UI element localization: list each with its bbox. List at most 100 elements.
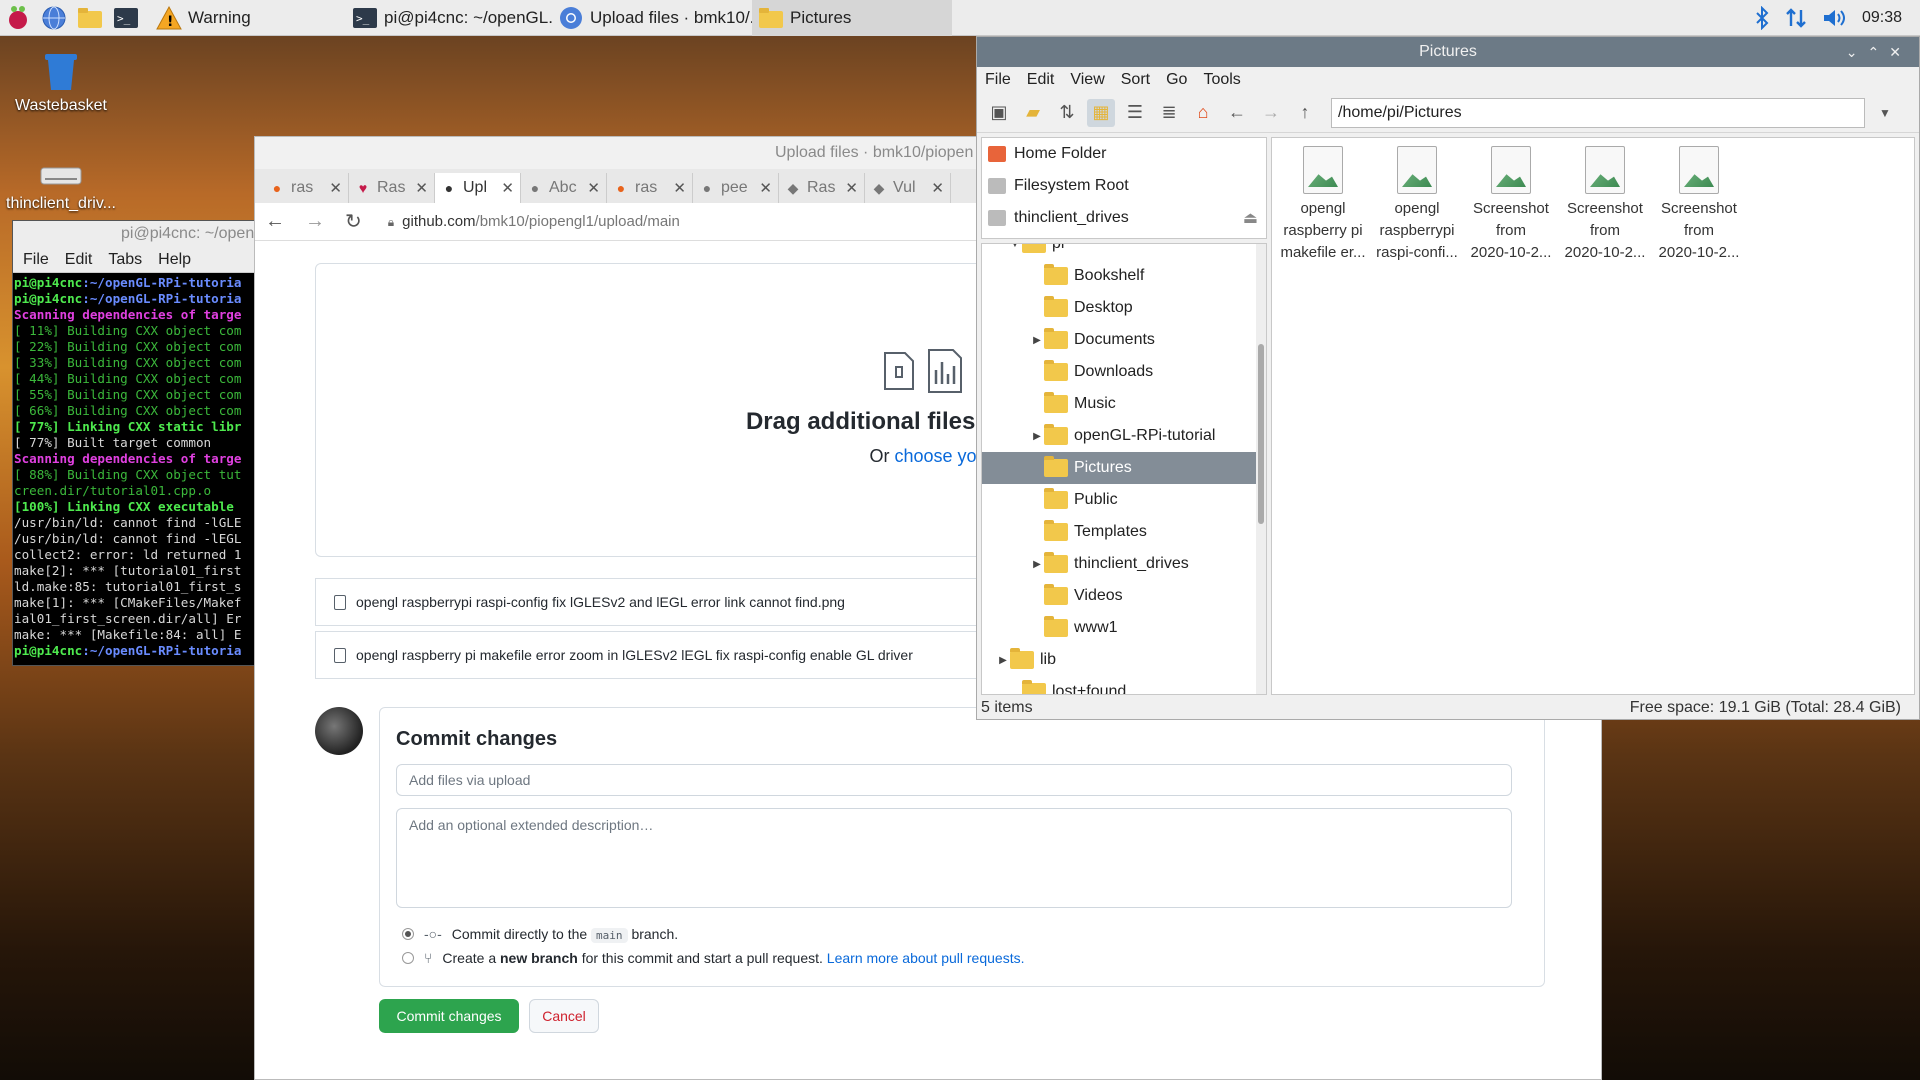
radio-new-branch[interactable] [402,952,414,964]
file-manager-icon[interactable] [72,0,108,36]
clock[interactable]: 09:38 [1862,9,1902,27]
chevron-right-icon[interactable]: ▶ [996,655,1010,666]
taskbar-task-browser[interactable]: Upload files · bmk10/... [552,0,752,36]
taskbar-task-pictures[interactable]: Pictures [752,0,952,36]
tree-item-pictures[interactable]: Pictures [982,452,1258,484]
chevron-right-icon[interactable]: ▶ [1030,431,1044,442]
browser-tab[interactable]: ◆ Vul ✕ [865,173,951,203]
menu-sort[interactable]: Sort [1121,67,1150,93]
place-home-folder[interactable]: Home Folder [982,138,1266,170]
place-filesystem-root[interactable]: Filesystem Root [982,170,1266,202]
tree-item-opengl-rpi-tutorial[interactable]: ▶ openGL-RPi-tutorial [982,420,1258,452]
commit-direct-option[interactable]: -○- Commit directly to the main branch. [402,926,678,943]
up-icon[interactable]: ↑ [1291,99,1319,127]
forward-icon[interactable]: → [305,210,325,233]
tree-item-videos[interactable]: Videos [982,580,1258,612]
new-window-icon[interactable]: ▣ [985,99,1013,127]
desktop-icon-thinclient[interactable]: thinclient_driv... [6,160,116,213]
tree-item-desktop[interactable]: Desktop [982,292,1258,324]
tab-close-icon[interactable]: ✕ [931,179,944,197]
tab-close-icon[interactable]: ✕ [759,179,772,197]
tree-item-documents[interactable]: ▶ Documents [982,324,1258,356]
tab-close-icon[interactable]: ✕ [673,179,686,197]
path-input[interactable]: /home/pi/Pictures [1331,97,1865,128]
file-item[interactable]: Screenshot from 2020-10-2... [1558,146,1652,264]
sort-icon[interactable]: ⇅ [1053,99,1081,127]
chevron-down-icon[interactable]: ▼ [1008,244,1022,250]
reload-icon[interactable]: ↻ [345,209,362,234]
avatar[interactable] [315,707,363,755]
file-item[interactable]: Screenshot from 2020-10-2... [1652,146,1746,264]
menu-view[interactable]: View [1070,67,1104,93]
forward-icon[interactable]: → [1257,99,1285,127]
menu-go[interactable]: Go [1166,67,1187,93]
volume-icon[interactable] [1822,7,1848,29]
icon-view-icon[interactable]: ▦ [1087,98,1115,127]
browser-tab[interactable]: ● pee ✕ [693,173,779,203]
new-folder-icon[interactable]: ▰ [1019,99,1047,127]
tree-item-lib[interactable]: ▶ lib [982,644,1258,676]
terminal-window[interactable]: pi@pi4cnc: ~/open File Edit Tabs Help pi… [12,220,258,666]
address-bar[interactable]: 🔒︎ github.com/bmk10/piopengl1/upload/main [388,213,680,230]
bluetooth-icon[interactable] [1754,6,1770,30]
browser-tab[interactable]: ● ras ✕ [263,173,349,203]
commit-changes-button[interactable]: Commit changes [379,999,519,1033]
menu-tabs[interactable]: Tabs [108,247,142,272]
file-manager-window[interactable]: Pictures ⌄⌃✕ File Edit View Sort Go Tool… [976,36,1920,720]
commit-description-textarea[interactable]: Add an optional extended description… [396,808,1512,908]
place-thinclient-drives[interactable]: thinclient_drives ⏏ [982,202,1266,234]
chevron-right-icon[interactable]: ▶ [1030,335,1044,346]
file-item[interactable]: Screenshot from 2020-10-2... [1464,146,1558,264]
tree-item-bookshelf[interactable]: Bookshelf [982,260,1258,292]
browser-tab-active[interactable]: ● Upl ✕ [435,173,521,203]
terminal-icon[interactable]: >_ [108,0,144,36]
menu-edit[interactable]: Edit [65,247,93,272]
radio-commit-direct[interactable] [402,928,414,940]
taskbar-task-warning[interactable]: ! Warning [150,0,346,36]
tree-item-music[interactable]: Music [982,388,1258,420]
tree-item-lost-found[interactable]: lost+found [982,676,1258,694]
file-item[interactable]: opengl raspberrypi raspi-confi... [1370,146,1464,264]
chevron-right-icon[interactable]: ▶ [1030,559,1044,570]
tree-item-downloads[interactable]: Downloads [982,356,1258,388]
chevron-up-icon[interactable]: ⌃ [1868,44,1890,60]
browser-tab[interactable]: ♥ Ras ✕ [349,173,435,203]
menu-help[interactable]: Help [158,247,191,272]
tree-item-public[interactable]: Public [982,484,1258,516]
learn-more-link[interactable]: Learn more about pull requests. [827,950,1025,966]
tab-close-icon[interactable]: ✕ [415,179,428,197]
raspberry-menu-icon[interactable] [0,0,36,36]
menu-edit[interactable]: Edit [1027,67,1055,93]
tab-close-icon[interactable]: ✕ [587,179,600,197]
menu-file[interactable]: File [985,67,1011,93]
close-icon[interactable]: ✕ [1889,44,1911,60]
tree-item-thinclient-drives[interactable]: ▶ thinclient_drives [982,548,1258,580]
home-icon[interactable]: ⌂ [1189,99,1217,127]
scrollbar-thumb[interactable] [1258,344,1264,524]
terminal-output[interactable]: pi@pi4cnc:~/openGL-RPi-tutoria pi@pi4cnc:… [13,273,257,665]
chevron-down-icon[interactable]: ⌄ [1846,44,1868,60]
terminal-title[interactable]: pi@pi4cnc: ~/open [13,221,257,247]
desktop-icon-wastebasket[interactable]: Wastebasket [6,48,116,115]
file-manager-titlebar[interactable]: Pictures ⌄⌃✕ [977,37,1919,67]
taskbar-task-terminal[interactable]: >_ pi@pi4cnc: ~/openGL... [346,0,552,36]
path-dropdown-icon[interactable]: ▼ [1871,99,1899,127]
browser-tab[interactable]: ● ras ✕ [607,173,693,203]
cancel-button[interactable]: Cancel [529,999,599,1033]
network-icon[interactable] [1784,6,1808,30]
eject-icon[interactable]: ⏏ [1243,208,1258,228]
commit-summary-input[interactable]: Add files via upload [396,764,1512,796]
tab-close-icon[interactable]: ✕ [329,179,342,197]
list-view-icon[interactable]: ☰ [1121,99,1149,127]
browser-tab[interactable]: ● Abc ✕ [521,173,607,203]
back-icon[interactable]: ← [265,210,285,233]
back-icon[interactable]: ← [1223,99,1251,127]
tab-close-icon[interactable]: ✕ [845,179,858,197]
browser-tab[interactable]: ◆ Ras ✕ [779,173,865,203]
tab-close-icon[interactable]: ✕ [501,179,514,197]
tree-item-pi[interactable]: ▼ pi [982,244,1258,260]
compact-view-icon[interactable]: ≣ [1155,99,1183,127]
web-browser-icon[interactable] [36,0,72,36]
file-item[interactable]: opengl raspberry pi makefile er... [1276,146,1370,264]
menu-file[interactable]: File [23,247,49,272]
